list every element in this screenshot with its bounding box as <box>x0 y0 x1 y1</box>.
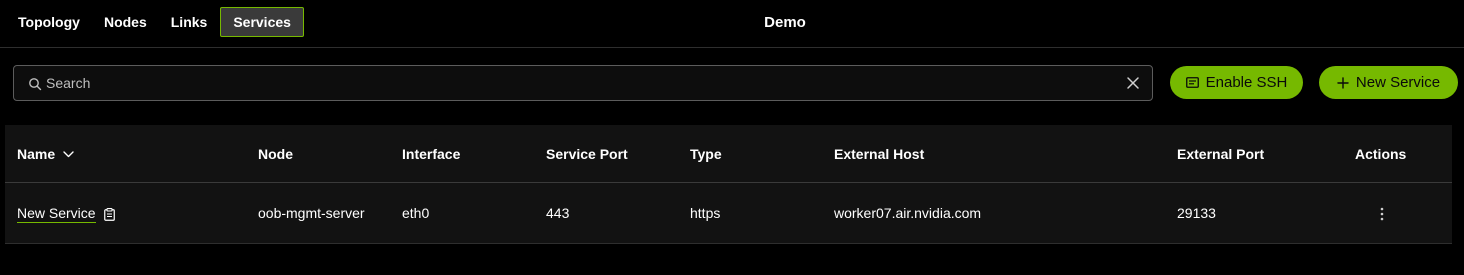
chevron-down-icon[interactable] <box>63 150 74 158</box>
new-service-label: New Service <box>1355 74 1441 91</box>
close-icon[interactable] <box>1126 76 1140 90</box>
service-name-link[interactable]: New Service <box>17 205 96 223</box>
cell-interface: eth0 <box>402 205 430 221</box>
more-vertical-icon[interactable] <box>1377 207 1387 221</box>
new-service-button[interactable]: New Service <box>1319 66 1458 99</box>
column-header-actions: Actions <box>1355 146 1407 162</box>
column-header-service-port: Service Port <box>546 146 628 162</box>
search-icon <box>28 77 42 91</box>
enable-ssh-label: Enable SSH <box>1205 74 1288 91</box>
enable-ssh-button[interactable]: Enable SSH <box>1170 66 1303 99</box>
services-table: Name Node Interface Service Port Type Ex… <box>5 125 1452 244</box>
column-header-label: Name <box>17 146 56 162</box>
column-header-external-host: External Host <box>834 146 925 162</box>
table-header: Name Node Interface Service Port Type Ex… <box>5 125 1452 183</box>
top-bar: Topology Nodes Links Services Demo <box>0 0 1464 48</box>
column-header-interface: Interface <box>402 146 461 162</box>
cell-name: New Service <box>17 205 115 223</box>
column-header-name[interactable]: Name <box>17 146 74 162</box>
cell-service-port: 443 <box>546 205 570 221</box>
cell-external-port: 29133 <box>1177 205 1216 221</box>
column-header-node: Node <box>258 146 293 162</box>
clipboard-icon[interactable] <box>103 207 115 221</box>
table-row: New Service oob-mgmt-server eth0 443 htt… <box>5 183 1452 243</box>
search-input[interactable] <box>46 66 1116 100</box>
column-header-external-port: External Port <box>1177 146 1265 162</box>
page-title: Demo <box>764 14 806 31</box>
cell-node: oob-mgmt-server <box>258 205 365 221</box>
plus-icon <box>1337 76 1349 89</box>
column-header-type: Type <box>690 146 722 162</box>
cell-external-host: worker07.air.nvidia.com <box>834 205 982 221</box>
cell-type: https <box>690 205 721 221</box>
terminal-icon <box>1185 77 1199 88</box>
toolbar: Enable SSH New Service <box>13 65 1458 101</box>
search-box[interactable] <box>13 65 1153 101</box>
